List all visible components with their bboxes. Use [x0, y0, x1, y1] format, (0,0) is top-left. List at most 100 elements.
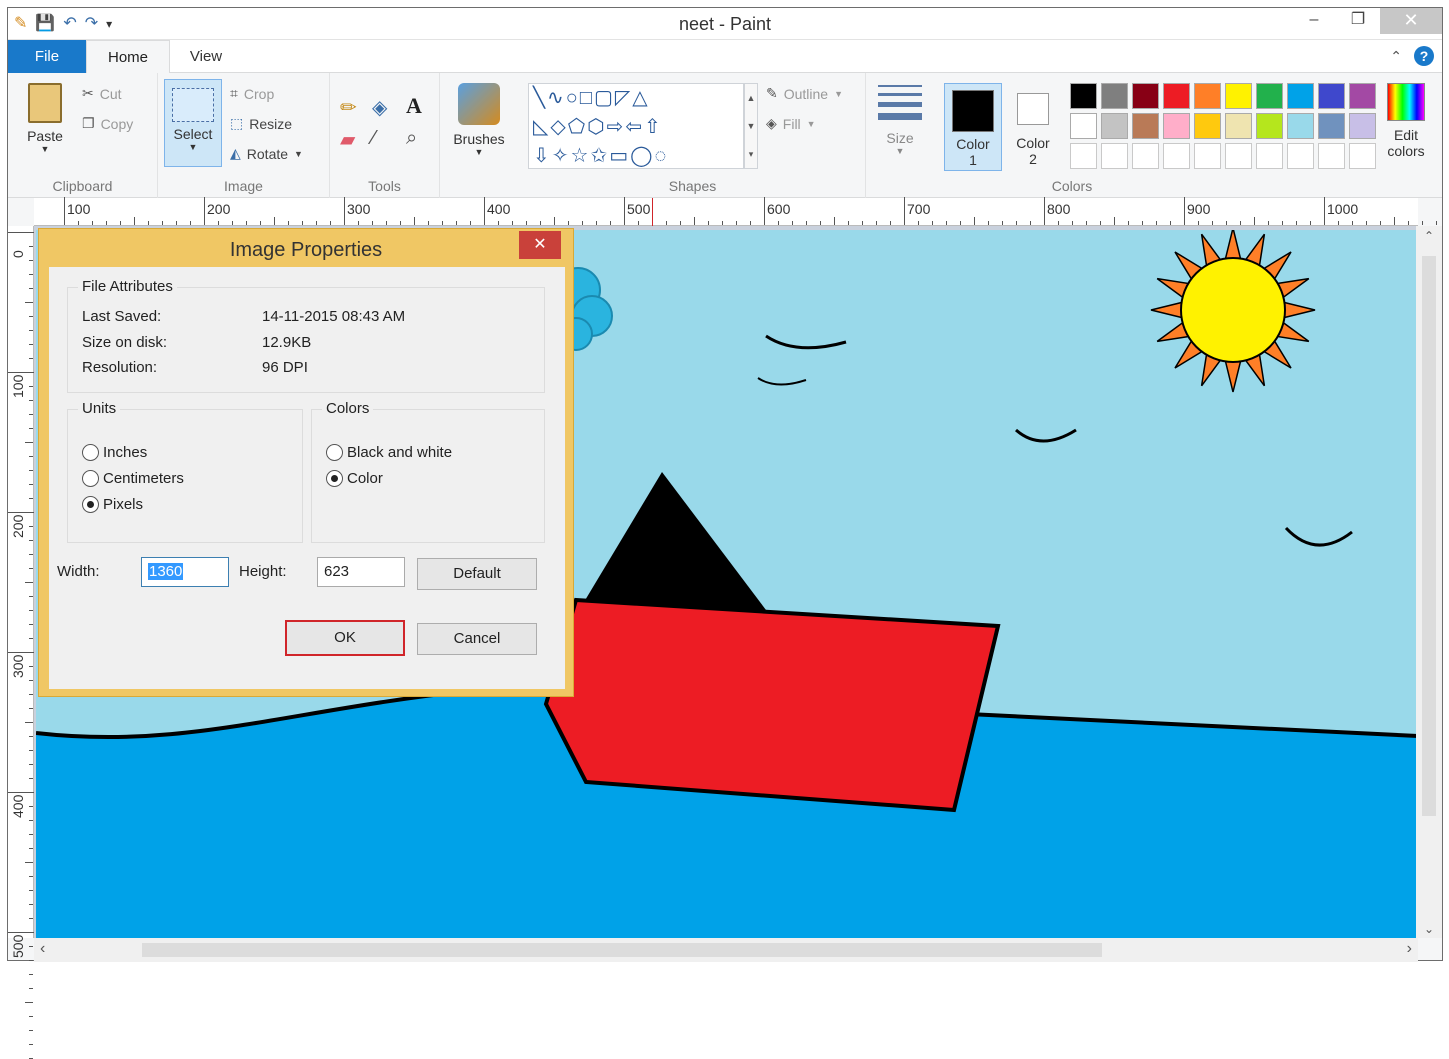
palette-swatch[interactable] [1287, 113, 1314, 139]
palette-swatch[interactable] [1225, 83, 1252, 109]
color-radio[interactable]: Color [326, 470, 383, 487]
palette-swatch[interactable] [1101, 83, 1128, 109]
pencil-icon[interactable]: ✏ [340, 95, 357, 120]
cancel-button[interactable]: Cancel [417, 623, 537, 655]
inches-radio[interactable]: Inches [82, 444, 147, 461]
minimize-ribbon-icon[interactable]: ⌃ [1390, 48, 1402, 65]
rotate-button[interactable]: ◭ Rotate ▼ [230, 145, 303, 162]
ruler-minor-tick [386, 221, 387, 225]
palette-swatch[interactable] [1318, 113, 1345, 139]
ruler-minor-tick [932, 221, 933, 225]
resize-button[interactable]: ⬚ Resize [230, 115, 292, 132]
color1-button[interactable]: Color 1 [944, 83, 1002, 171]
centimeters-radio[interactable]: Centimeters [82, 470, 184, 487]
ok-button[interactable]: OK [285, 620, 405, 656]
cut-button[interactable]: ✂ Cut [82, 85, 122, 102]
magnifier-icon[interactable]: ⌕ [406, 127, 417, 150]
default-button[interactable]: Default [417, 558, 537, 590]
palette-swatch[interactable] [1256, 83, 1283, 109]
palette-swatch[interactable] [1194, 143, 1221, 169]
palette-swatch[interactable] [1349, 143, 1376, 169]
ruler-minor-tick [918, 221, 919, 225]
ruler-minor-tick [638, 221, 639, 225]
ruler-label: 800 [1047, 201, 1071, 217]
palette-swatch[interactable] [1163, 113, 1190, 139]
width-input[interactable]: 1360 [141, 557, 229, 587]
fill-bucket-icon[interactable]: ◈ [372, 95, 387, 120]
palette-swatch[interactable] [1256, 113, 1283, 139]
ruler-minor-tick [1086, 221, 1087, 225]
shapes-scroll[interactable]: ▲ ▼ ▾ [744, 83, 758, 169]
shapes-row-1: ╲∿○□▢◸△ [533, 87, 650, 109]
palette-swatch[interactable] [1225, 143, 1252, 169]
ruler-minor-tick [29, 428, 33, 429]
radio-selected-icon [326, 470, 343, 487]
outline-button[interactable]: ✎ Outline ▼ [766, 85, 843, 102]
pixels-radio[interactable]: Pixels [82, 496, 143, 513]
palette-swatch[interactable] [1287, 143, 1314, 169]
palette-swatch[interactable] [1132, 83, 1159, 109]
palette-swatch[interactable] [1163, 143, 1190, 169]
palette-swatch[interactable] [1101, 143, 1128, 169]
black-and-white-radio[interactable]: Black and white [326, 444, 452, 461]
palette-swatch[interactable] [1194, 83, 1221, 109]
palette-swatch[interactable] [1070, 83, 1097, 109]
palette-swatch[interactable] [1225, 113, 1252, 139]
palette-swatch[interactable] [1132, 113, 1159, 139]
palette-swatch[interactable] [1256, 143, 1283, 169]
palette-swatch[interactable] [1132, 143, 1159, 169]
vertical-scrollbar[interactable]: ⌃ ⌄ [1416, 226, 1442, 938]
ruler-minor-tick [29, 498, 33, 499]
scroll-left-icon[interactable]: ‹ [40, 940, 45, 958]
copy-button[interactable]: ❐ Copy [82, 115, 133, 132]
palette-swatch[interactable] [1318, 143, 1345, 169]
tab-file[interactable]: File [8, 40, 86, 73]
minimize-button[interactable]: – [1292, 8, 1336, 34]
brushes-button[interactable]: Brushes ▼ [444, 83, 514, 157]
ribbon-tabs: File Home View [8, 40, 1442, 74]
ruler-minor-tick [1128, 221, 1129, 225]
color2-button[interactable]: Color 2 [1004, 83, 1062, 171]
horizontal-scroll-thumb[interactable] [142, 943, 1102, 957]
palette-swatch[interactable] [1349, 113, 1376, 139]
tab-view[interactable]: View [170, 40, 242, 73]
edit-colors-button[interactable]: Edit colors [1376, 83, 1436, 159]
horizontal-scrollbar[interactable]: ‹ › [34, 938, 1418, 962]
palette-swatch[interactable] [1318, 83, 1345, 109]
scroll-down-icon[interactable]: ⌄ [1416, 922, 1442, 936]
palette-swatch[interactable] [1287, 83, 1314, 109]
fill-button[interactable]: ◈ Fill ▼ [766, 115, 816, 132]
vertical-scroll-thumb[interactable] [1422, 256, 1436, 816]
ruler-minor-tick [778, 221, 779, 225]
tab-home[interactable]: Home [86, 40, 170, 74]
color-picker-icon[interactable]: ⁄ [372, 127, 375, 150]
radio-circle-icon [82, 470, 99, 487]
ruler-major-tick [8, 652, 34, 653]
shapes-gallery[interactable]: ╲∿○□▢◸△ ◺◇⬠⬡⇨⇦⇧ ⇩✧☆✩▭◯◌ [528, 83, 744, 169]
text-icon[interactable]: A [406, 93, 422, 119]
palette-swatch[interactable] [1349, 83, 1376, 109]
size-button[interactable]: Size ▼ [872, 85, 928, 156]
eraser-icon[interactable]: ▰ [340, 127, 355, 152]
crop-button[interactable]: ⌗ Crop [230, 85, 274, 102]
ruler-minor-tick [218, 221, 219, 225]
height-input[interactable]: 623 [317, 557, 405, 587]
ruler-minor-tick [29, 876, 33, 877]
scroll-right-icon[interactable]: › [1407, 940, 1412, 958]
palette-swatch[interactable] [1194, 113, 1221, 139]
maximize-button[interactable]: ❐ [1336, 8, 1380, 34]
rotate-icon: ◭ [230, 145, 241, 161]
paste-button[interactable]: Paste ▼ [16, 83, 74, 154]
dialog-close-button[interactable]: ✕ [519, 231, 561, 259]
scroll-up-icon[interactable]: ⌃ [1416, 226, 1442, 246]
palette-swatch[interactable] [1163, 83, 1190, 109]
help-icon[interactable]: ? [1414, 46, 1434, 66]
palette-swatch[interactable] [1070, 143, 1097, 169]
chevron-down-icon: ▼ [294, 148, 303, 159]
close-button[interactable]: ✕ [1380, 8, 1442, 34]
ruler-label: 300 [10, 654, 26, 678]
ruler-minor-tick [29, 526, 33, 527]
select-button[interactable]: Select ▼ [164, 79, 222, 167]
palette-swatch[interactable] [1070, 113, 1097, 139]
palette-swatch[interactable] [1101, 113, 1128, 139]
